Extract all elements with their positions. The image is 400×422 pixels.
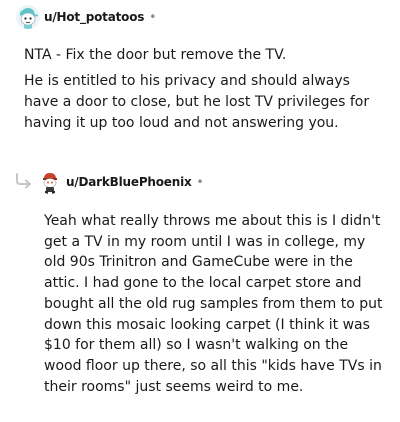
comment-paragraph: He is entitled to his privacy and should…: [24, 73, 370, 131]
user-avatar[interactable]: [16, 5, 40, 29]
meta-separator: •: [149, 10, 157, 24]
comment-header: u/DarkBluePhoenix •: [38, 170, 204, 194]
snoo-avatar-icon: [16, 5, 40, 29]
username-link[interactable]: u/DarkBluePhoenix: [66, 175, 192, 189]
username-link[interactable]: u/Hot_potatoos: [44, 10, 144, 24]
comment-header: u/Hot_potatoos •: [16, 5, 156, 29]
comment-paragraph: Yeah what really throws me about this is…: [44, 213, 383, 395]
comment-body: Yeah what really throws me about this is…: [44, 211, 384, 397]
reply-arrow-icon: [16, 173, 31, 189]
user-avatar[interactable]: [38, 170, 62, 194]
snoo-avatar-icon: [38, 170, 62, 194]
meta-separator: •: [196, 175, 204, 189]
comment-body: NTA - Fix the door but remove the TV. He…: [24, 45, 384, 134]
comment-paragraph: NTA - Fix the door but remove the TV.: [24, 47, 287, 63]
